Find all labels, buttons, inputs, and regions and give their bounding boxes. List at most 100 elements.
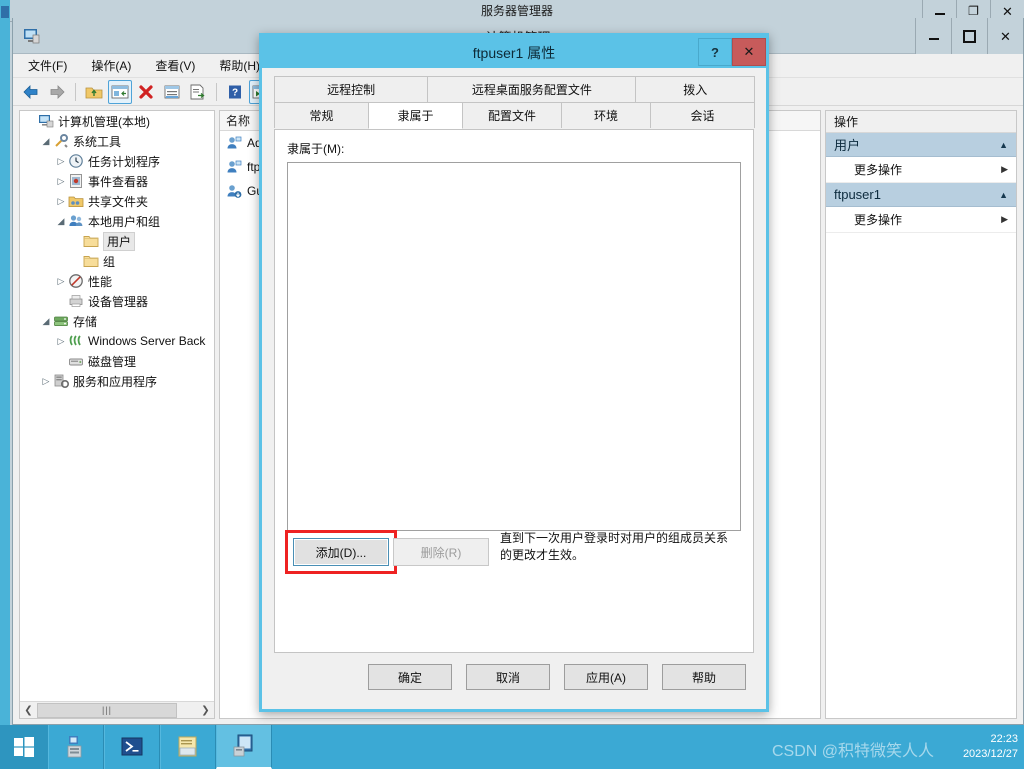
tree-node-7[interactable]: 组: [20, 251, 214, 271]
dialog-button-0[interactable]: 确定: [368, 664, 452, 690]
tab-0[interactable]: 远程控制: [274, 76, 429, 102]
clock-time: 22:23: [990, 733, 1018, 745]
add-button-highlight: 添加(D)...: [285, 530, 397, 574]
tab-1[interactable]: 隶属于: [368, 102, 463, 129]
taskbar-notepad-icon[interactable]: [160, 725, 216, 769]
dialog-button-1[interactable]: 取消: [466, 664, 550, 690]
users-groups-icon: [69, 215, 83, 226]
dialog-button-2[interactable]: 应用(A): [564, 664, 648, 690]
tree-node-12[interactable]: 磁盘管理: [20, 351, 214, 371]
cm-maximize-button[interactable]: [951, 18, 987, 54]
help-icon[interactable]: ?: [223, 80, 247, 104]
tree-node-9[interactable]: 设备管理器: [20, 291, 214, 311]
tree-node-6[interactable]: 用户: [20, 231, 214, 251]
twisty-collapsed-icon[interactable]: ▷: [54, 196, 68, 207]
actions-item-0-0[interactable]: 更多操作 ▶: [826, 157, 1016, 183]
twisty-expanded-icon[interactable]: ◢: [39, 316, 53, 327]
tree-horizontal-scrollbar[interactable]: ❮ ||| ❯: [20, 701, 214, 718]
dialog-close-button[interactable]: ✕: [732, 38, 766, 66]
chevron-up-icon[interactable]: ▲: [999, 140, 1008, 150]
actions-item-label: 更多操作: [854, 163, 903, 177]
scroll-track[interactable]: |||: [37, 701, 197, 718]
chevron-up-icon[interactable]: ▲: [999, 190, 1008, 200]
dialog-titlebar: ftpuser1 属性 ? ✕: [262, 36, 766, 68]
tree-pane: 计算机管理(本地) ◢ 系统工具 ▷ 任务计划程序 ▷ 事件查看器 ▷ 共享文件夹 ◢ 本地用户和组…: [19, 110, 215, 719]
menu-action[interactable]: 操作(A): [88, 55, 134, 76]
cm-minimize-button[interactable]: [915, 18, 951, 54]
tab-2[interactable]: 配置文件: [462, 102, 562, 128]
tree-node-label: 共享文件夹: [88, 194, 149, 209]
twisty-collapsed-icon[interactable]: ▷: [54, 336, 68, 347]
tab-2[interactable]: 拨入: [635, 76, 755, 102]
user-icon: [227, 160, 242, 173]
folder-icon: [83, 236, 99, 247]
properties-icon[interactable]: [160, 80, 184, 104]
tree-node-0[interactable]: 计算机管理(本地): [20, 111, 214, 131]
forward-arrow-icon[interactable]: [45, 80, 69, 104]
tree-node-10[interactable]: ◢ 存储: [20, 311, 214, 331]
actions-group-title: 用户: [834, 138, 861, 153]
remove-button: 删除(R): [393, 538, 489, 566]
twisty-expanded-icon[interactable]: ◢: [39, 136, 53, 147]
taskbar-powershell-icon[interactable]: [104, 725, 160, 769]
actions-group-header-0[interactable]: 用户 ▲: [826, 133, 1016, 157]
start-button[interactable]: [0, 725, 48, 769]
scroll-left-arrow-icon[interactable]: ❮: [20, 701, 37, 718]
scroll-right-arrow-icon[interactable]: ❯: [197, 701, 214, 718]
menu-file[interactable]: 文件(F): [25, 55, 70, 76]
tree-node-11[interactable]: ▷ Windows Server Back: [20, 331, 214, 351]
disk-icon: [69, 358, 83, 366]
taskbar-server-manager-icon[interactable]: [48, 725, 104, 769]
cm-close-button[interactable]: [987, 18, 1023, 54]
member-of-label: 隶属于(M):: [287, 142, 345, 156]
actions-group-title: ftpuser1: [834, 187, 881, 202]
storage-icon: [54, 316, 68, 327]
menu-help[interactable]: 帮助(H): [216, 55, 263, 76]
taskbar-computer-management-icon[interactable]: [216, 725, 272, 769]
tab-4[interactable]: 会话: [650, 102, 755, 128]
tree-node-2[interactable]: ▷ 任务计划程序: [20, 151, 214, 171]
scroll-thumb[interactable]: |||: [37, 702, 177, 718]
tab-0[interactable]: 常规: [274, 102, 369, 128]
tools-icon: [55, 134, 68, 148]
scroll-thumb-grip-icon: |||: [101, 705, 112, 715]
tab-1[interactable]: 远程桌面服务配置文件: [427, 76, 637, 102]
tab-3[interactable]: 环境: [561, 102, 651, 128]
up-folder-icon[interactable]: [82, 80, 106, 104]
twisty-expanded-icon[interactable]: ◢: [54, 216, 68, 227]
delete-x-icon[interactable]: [134, 80, 158, 104]
computer-icon: [39, 115, 54, 128]
export-list-icon[interactable]: [186, 80, 210, 104]
event-log-icon: [70, 174, 82, 188]
clock-icon: [69, 154, 83, 168]
twisty-collapsed-icon[interactable]: ▷: [54, 276, 68, 287]
services-icon: [54, 374, 69, 388]
back-arrow-icon[interactable]: [19, 80, 43, 104]
watermark: CSDN @积特微笑人人: [771, 743, 934, 760]
tree-node-3[interactable]: ▷ 事件查看器: [20, 171, 214, 191]
tree-node-label: 性能: [88, 274, 113, 289]
user-disabled-icon: [227, 185, 242, 198]
actions-item-1-0[interactable]: 更多操作 ▶: [826, 207, 1016, 233]
dialog-window-controls: ? ✕: [698, 38, 766, 66]
twisty-collapsed-icon[interactable]: ▷: [54, 176, 68, 187]
tree-node-8[interactable]: ▷ 性能: [20, 271, 214, 291]
dialog-content: 远程控制 远程桌面服务配置文件 拨入 常规 隶属于 配置文件 环境 会话 隶属于(M): 添…: [274, 76, 755, 699]
tree-node-13[interactable]: ▷ 服务和应用程序: [20, 371, 214, 391]
tree-node-4[interactable]: ▷ 共享文件夹: [20, 191, 214, 211]
tree-node-label: 计算机管理(本地): [58, 114, 150, 129]
tree-node-1[interactable]: ◢ 系统工具: [20, 131, 214, 151]
menu-view[interactable]: 查看(V): [152, 55, 198, 76]
member-of-listbox[interactable]: [287, 162, 741, 531]
show-hide-tree-icon[interactable]: [108, 79, 132, 104]
tree-node-label: 磁盘管理: [88, 354, 137, 369]
add-button[interactable]: 添加(D)...: [293, 538, 389, 566]
twisty-collapsed-icon[interactable]: ▷: [54, 156, 68, 167]
actions-group-header-1[interactable]: ftpuser1 ▲: [826, 183, 1016, 207]
system-tray-clock[interactable]: 22:23 2023/12/27: [963, 732, 1018, 762]
tree-scroll-area: 计算机管理(本地) ◢ 系统工具 ▷ 任务计划程序 ▷ 事件查看器 ▷ 共享文件夹 ◢ 本地用户和组…: [20, 111, 214, 700]
twisty-collapsed-icon[interactable]: ▷: [39, 376, 53, 387]
tree-node-5[interactable]: ◢ 本地用户和组: [20, 211, 214, 231]
dialog-help-button[interactable]: ?: [698, 38, 732, 66]
dialog-button-3[interactable]: 帮助: [662, 664, 746, 690]
